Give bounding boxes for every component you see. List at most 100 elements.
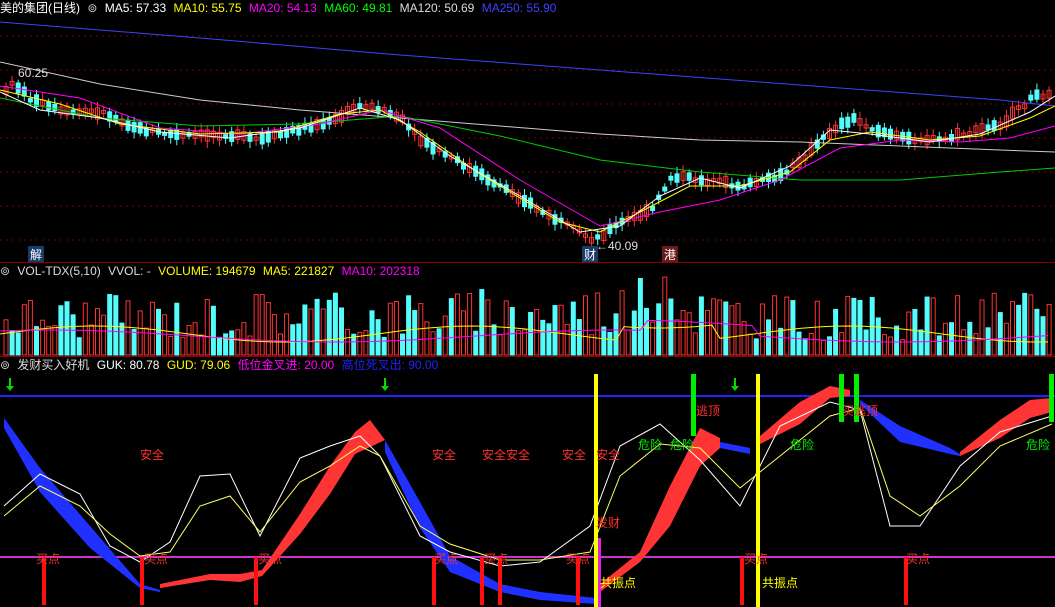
volume-bar	[601, 326, 607, 356]
volume-bar	[143, 327, 149, 356]
signal-label-safe: 安全	[596, 448, 621, 462]
volume-bar	[808, 333, 814, 356]
volume-bar	[918, 329, 924, 356]
volume-bar	[552, 305, 558, 356]
entry-arrow-icon	[731, 386, 739, 391]
volume-bar	[766, 319, 771, 356]
volume-bar	[253, 294, 259, 356]
volume-bar	[906, 311, 912, 356]
volume-bar	[991, 292, 997, 356]
candle	[607, 223, 613, 234]
candle	[845, 116, 851, 128]
volume-bar	[741, 321, 747, 356]
volume-bar	[406, 295, 412, 356]
volume-bar	[381, 336, 387, 356]
signal-label-danger: 危险	[670, 438, 695, 452]
volume-bar	[290, 324, 296, 356]
marker-cai[interactable]: 财	[582, 246, 599, 263]
indicator-chart[interactable]	[0, 356, 1055, 607]
volume-bar	[705, 309, 710, 356]
volume-value: VOLUME: 194679	[158, 264, 256, 278]
signal-band	[720, 442, 750, 454]
indicator-title: 发财买入好机	[17, 358, 90, 372]
volume-bar	[119, 322, 125, 356]
volume-bar	[131, 328, 137, 356]
signal-label-buy: 买点	[258, 552, 283, 566]
signal-label-safe-double: 安全安全	[482, 448, 531, 462]
vol-title: VOL-TDX(5,10)	[17, 264, 101, 278]
volume-bar	[473, 330, 479, 356]
volume-bar	[400, 333, 405, 356]
volume-bar	[875, 317, 881, 356]
volume-bar	[576, 319, 582, 356]
stock-title: 美的集团(日线)	[0, 1, 80, 15]
volume-bar	[723, 301, 729, 356]
price-chart-pane[interactable]: 美的集团(日线) ⊚ MA5: 57.33 MA10: 55.75 MA20: …	[0, 0, 1055, 263]
candle	[906, 131, 912, 145]
signal-label-danger: 危险	[1026, 438, 1051, 452]
volume-bar	[278, 333, 283, 356]
volume-bar	[796, 331, 802, 356]
volume-bar	[1016, 304, 1022, 356]
volume-bar	[229, 330, 235, 356]
volume-pane[interactable]: ⊚ VOL-TDX(5,10) VVOL: - VOLUME: 194679 M…	[0, 262, 1055, 356]
volume-bar	[95, 308, 100, 356]
volume-bar	[363, 330, 369, 356]
volume-bar	[930, 297, 936, 356]
guk-label: GUK: 80.78	[96, 358, 160, 372]
volume-bar	[509, 307, 515, 356]
vol-ma5: MA5: 221827	[262, 264, 335, 278]
signal-label-top: 逃顶	[696, 404, 721, 418]
vvol-label: VVOL: -	[108, 264, 151, 278]
signal-label-buy: 买点	[906, 552, 931, 566]
volume-bar	[70, 314, 76, 356]
volume-bar	[192, 322, 198, 356]
candle	[15, 82, 21, 94]
candle	[662, 186, 668, 192]
volume-bar	[528, 311, 534, 356]
volume-bar	[387, 302, 393, 356]
volume-bar	[564, 323, 570, 356]
ma20-label: MA20: 54.13	[248, 1, 317, 15]
volume-bar	[515, 329, 521, 356]
volume-bar	[235, 329, 241, 356]
volume-bar	[772, 295, 778, 356]
settings-icon[interactable]: ⊚	[0, 358, 10, 372]
candle	[698, 175, 704, 186]
candle	[985, 124, 991, 131]
price-chart[interactable]	[0, 0, 1055, 262]
ma60-label: MA60: 49.81	[324, 1, 393, 15]
volume-bar	[9, 330, 15, 356]
signal-label-top-buy: 买逃顶	[842, 404, 879, 418]
volume-bar	[308, 308, 314, 356]
volume-bar	[936, 335, 942, 356]
volume-bar	[186, 324, 192, 356]
volume-bar	[656, 303, 662, 356]
volume-bar	[613, 313, 619, 356]
top-signal-bar	[1049, 374, 1054, 422]
signal-label-buy: 买点	[484, 552, 509, 566]
volume-bar	[820, 339, 826, 356]
volume-bar	[546, 323, 552, 356]
volume-header: ⊚ VOL-TDX(5,10) VVOL: - VOLUME: 194679 M…	[0, 263, 424, 279]
volume-bar	[101, 314, 107, 356]
volume-bar	[619, 290, 625, 356]
signal-label-danger: 危险	[638, 438, 663, 452]
volume-bar	[88, 324, 94, 356]
ma20-line	[0, 85, 1055, 227]
settings-icon[interactable]: ⊚	[0, 264, 10, 278]
volume-bar	[802, 338, 808, 356]
volume-bar	[375, 319, 381, 356]
marker-jie[interactable]: 解	[28, 246, 45, 263]
volume-bar	[753, 338, 759, 356]
indicator-pane[interactable]: ⊚ 发财买入好机 GUK: 80.78 GUD: 79.06 低位金叉进: 20…	[0, 356, 1055, 607]
settings-icon[interactable]: ⊚	[87, 1, 97, 15]
entry-arrow-icon	[6, 386, 14, 391]
volume-bar	[692, 332, 698, 356]
volume-bar	[34, 326, 39, 356]
marker-gang[interactable]: 港	[662, 246, 679, 263]
candle	[46, 101, 52, 111]
ma120-label: MA120: 50.69	[399, 1, 475, 15]
volume-bar	[40, 319, 46, 356]
volume-bar	[125, 300, 131, 356]
